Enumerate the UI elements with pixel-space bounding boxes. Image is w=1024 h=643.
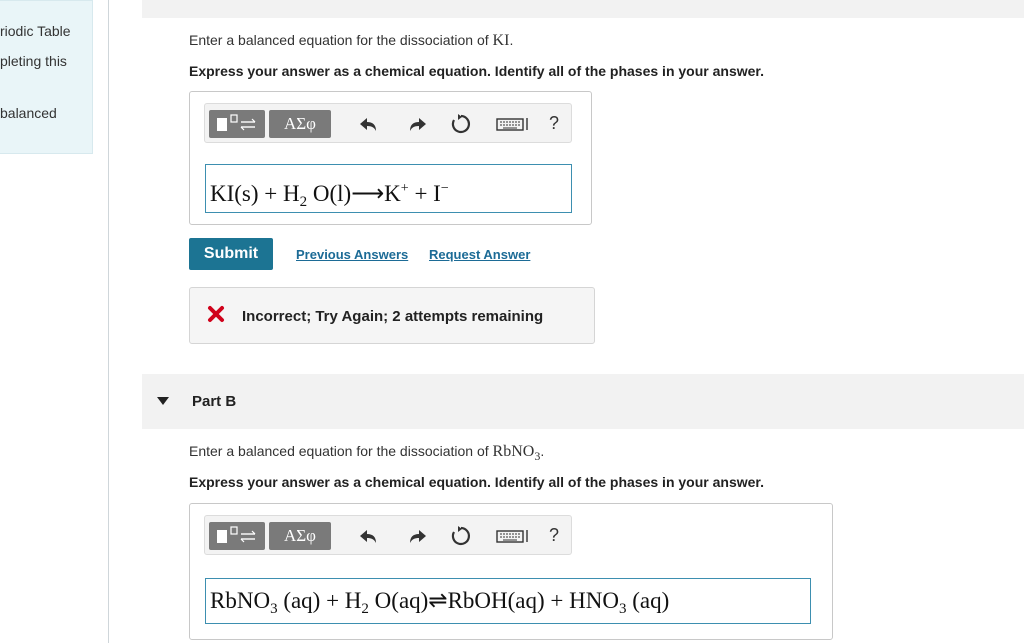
part-a-header-bar	[142, 0, 1024, 18]
help-button[interactable]: ?	[549, 113, 559, 134]
prompt-text: Enter a balanced equation for the dissoc…	[189, 32, 493, 48]
symbols-button[interactable]: ΑΣφ	[269, 522, 331, 550]
answer-text: O(aq)⇌RbOH(aq) + HNO	[368, 588, 619, 613]
feedback-text: Incorrect; Try Again; 2 attempts remaini…	[242, 308, 544, 325]
symbols-button[interactable]: ΑΣφ	[269, 110, 331, 138]
answer-input[interactable]: KI(s) + H2 O(l)⟶K+ + I−	[205, 164, 572, 213]
editor-toolbar: ΑΣφ ?	[204, 515, 572, 555]
templates-button[interactable]	[209, 522, 265, 550]
compound-formula: KI	[492, 32, 510, 49]
answer-text: (aq) + H	[277, 588, 362, 613]
reset-icon[interactable]	[449, 524, 473, 548]
undo-icon[interactable]	[357, 524, 381, 548]
part-a-answer-editor: ΑΣφ ? KI(s) + H2 O(l)⟶K+ + I−	[189, 91, 592, 225]
answer-text: + I	[408, 181, 441, 206]
request-answer-link[interactable]: Request Answer	[429, 247, 530, 262]
sidebar-text-line: riodic Table	[0, 23, 71, 39]
column-divider	[108, 0, 109, 643]
undo-icon[interactable]	[357, 112, 381, 136]
part-b-title: Part B	[192, 393, 237, 410]
feedback-box: Incorrect; Try Again; 2 attempts remaini…	[189, 287, 595, 344]
answer-text: (aq)	[626, 588, 670, 613]
part-a-instruction: Express your answer as a chemical equati…	[189, 63, 764, 79]
hint-sidebar: riodic Table pleting this balanced	[0, 0, 93, 154]
keyboard-icon[interactable]	[495, 524, 531, 548]
prompt-period: .	[540, 443, 545, 459]
templates-icon	[217, 526, 256, 543]
submit-button[interactable]: Submit	[189, 238, 273, 270]
part-b-header[interactable]: Part B	[142, 374, 1024, 429]
part-b-answer-editor: ΑΣφ ? RbNO3 (aq) + H2 O(aq)⇌RbOH(aq) + H…	[189, 503, 833, 640]
previous-answers-link[interactable]: Previous Answers	[296, 247, 408, 262]
answer-superscript: +	[400, 181, 409, 196]
collapse-triangle-icon[interactable]	[157, 397, 169, 405]
answer-subscript: 2	[299, 194, 308, 210]
prompt-text: Enter a balanced equation for the dissoc…	[189, 443, 493, 459]
help-button[interactable]: ?	[549, 525, 559, 546]
templates-button[interactable]	[209, 110, 265, 138]
templates-icon	[217, 114, 256, 131]
sidebar-text-line: balanced	[0, 105, 57, 121]
answer-text: O(l)⟶K	[307, 181, 401, 206]
keyboard-icon[interactable]	[495, 112, 531, 136]
answer-text: KI(s) + H	[210, 181, 300, 206]
incorrect-x-icon	[208, 306, 224, 322]
part-b-prompt: Enter a balanced equation for the dissoc…	[189, 443, 544, 464]
answer-input[interactable]: RbNO3 (aq) + H2 O(aq)⇌RbOH(aq) + HNO3 (a…	[205, 578, 811, 624]
prompt-period: .	[509, 32, 514, 48]
redo-icon[interactable]	[405, 112, 429, 136]
answer-text: RbNO	[210, 588, 271, 613]
reset-icon[interactable]	[449, 112, 473, 136]
sidebar-text-line: pleting this	[0, 53, 67, 69]
editor-toolbar: ΑΣφ ?	[204, 103, 572, 143]
part-a-prompt: Enter a balanced equation for the dissoc…	[189, 32, 513, 50]
part-b-instruction: Express your answer as a chemical equati…	[189, 474, 764, 490]
compound-formula: RbNO	[492, 443, 535, 460]
answer-subscript: 3	[270, 601, 278, 617]
redo-icon[interactable]	[405, 524, 429, 548]
answer-subscript: 2	[361, 601, 369, 617]
answer-superscript: −	[440, 181, 449, 196]
